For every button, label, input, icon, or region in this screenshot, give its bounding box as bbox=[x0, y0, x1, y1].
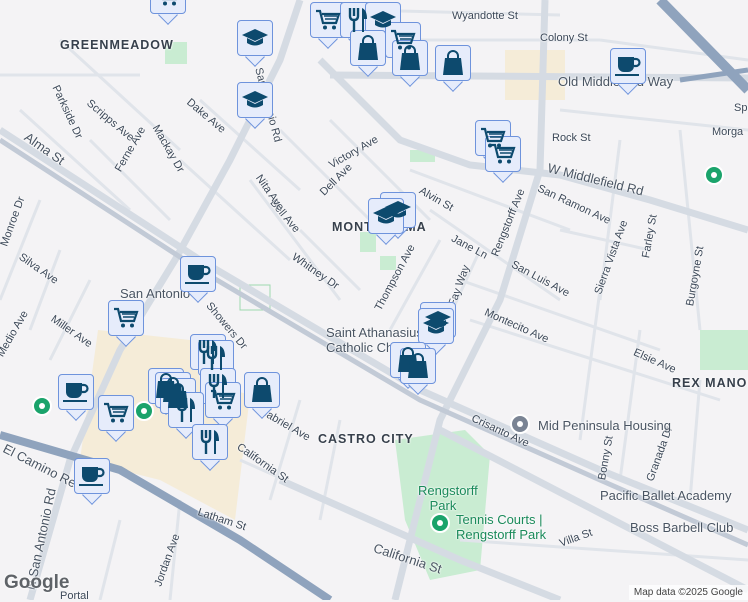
place-pin[interactable] bbox=[430, 513, 450, 533]
poi-label-tennis-courts[interactable]: Tennis Courts | Rengstorff Park bbox=[456, 512, 566, 542]
marker-box bbox=[74, 458, 110, 494]
shopping-cart-icon bbox=[155, 0, 181, 8]
graduation-cap-icon bbox=[241, 89, 269, 111]
map-marker-cup[interactable] bbox=[74, 458, 110, 505]
marker-box bbox=[58, 374, 94, 410]
shopping-bag-icon bbox=[398, 45, 422, 71]
area-label-greenmeadow: GREENMEADOW bbox=[60, 38, 174, 52]
map-marker-bag[interactable] bbox=[435, 45, 471, 92]
shopping-cart-icon bbox=[113, 306, 139, 330]
marker-box bbox=[485, 136, 521, 172]
map-marker-cart[interactable] bbox=[98, 395, 134, 442]
shopping-bag-icon bbox=[441, 50, 465, 76]
street-label: Morga bbox=[712, 126, 744, 138]
street-label: Colony St bbox=[540, 32, 588, 44]
map-attribution[interactable]: Map data ©2025 Google bbox=[628, 585, 748, 600]
map-marker-bag[interactable] bbox=[350, 30, 386, 77]
coffee-cup-icon bbox=[184, 262, 212, 286]
marker-box bbox=[192, 424, 228, 460]
map-marker-bag[interactable] bbox=[392, 40, 428, 87]
map-marker-cap[interactable] bbox=[237, 20, 273, 67]
graduation-cap-icon bbox=[241, 27, 269, 49]
shopping-cart-icon bbox=[490, 142, 516, 166]
map-marker-cup[interactable] bbox=[610, 48, 646, 95]
google-logo: Google bbox=[4, 572, 70, 593]
restaurant-icon bbox=[347, 7, 369, 33]
marker-box bbox=[108, 300, 144, 336]
place-pin[interactable] bbox=[704, 165, 724, 185]
map-marker-cart[interactable] bbox=[485, 136, 521, 183]
marker-box bbox=[205, 382, 241, 418]
coffee-cup-icon bbox=[614, 54, 642, 78]
restaurant-icon bbox=[205, 345, 227, 371]
place-pin-housing[interactable] bbox=[510, 414, 530, 434]
marker-box bbox=[610, 48, 646, 84]
graduation-cap-icon bbox=[372, 205, 400, 227]
marker-box bbox=[180, 256, 216, 292]
map-marker-cup[interactable] bbox=[58, 374, 94, 421]
map-marker-cap[interactable] bbox=[237, 82, 273, 129]
poi-label-pacific-ballet[interactable]: Pacific Ballet Academy bbox=[600, 488, 732, 503]
map-marker-bag[interactable] bbox=[244, 372, 280, 419]
shopping-cart-icon bbox=[210, 388, 236, 412]
marker-box bbox=[400, 348, 436, 384]
poi-label-rengstorff-park[interactable]: Rengstorff Park bbox=[418, 483, 478, 513]
poi-label-boss-barbell[interactable]: Boss Barbell Club bbox=[630, 520, 733, 535]
area-label-castro-city: CASTRO CITY bbox=[318, 432, 414, 446]
map-marker-fork[interactable] bbox=[192, 424, 228, 471]
map-marker-bag[interactable] bbox=[400, 348, 436, 395]
marker-box bbox=[244, 372, 280, 408]
shopping-cart-icon bbox=[315, 8, 341, 32]
street-label: Rock St bbox=[552, 132, 591, 144]
map-marker-cart[interactable] bbox=[150, 0, 186, 25]
coffee-cup-icon bbox=[78, 464, 106, 488]
marker-box bbox=[350, 30, 386, 66]
restaurant-icon bbox=[199, 429, 221, 455]
shopping-bag-icon bbox=[356, 35, 380, 61]
marker-box bbox=[237, 82, 273, 118]
marker-box bbox=[98, 395, 134, 431]
marker-box bbox=[150, 0, 186, 14]
shopping-cart-icon bbox=[103, 401, 129, 425]
graduation-cap-icon bbox=[422, 315, 450, 337]
marker-box bbox=[237, 20, 273, 56]
marker-box bbox=[392, 40, 428, 76]
street-label: Sp bbox=[734, 102, 748, 114]
map-marker-cart[interactable] bbox=[205, 382, 241, 429]
coffee-cup-icon bbox=[62, 380, 90, 404]
park bbox=[700, 330, 748, 370]
restaurant-icon bbox=[175, 397, 197, 423]
shopping-bag-icon bbox=[406, 353, 430, 379]
poi-label-mid-peninsula-housing[interactable]: Mid Peninsula Housing bbox=[538, 418, 671, 433]
map-marker-cup[interactable] bbox=[180, 256, 216, 303]
marker-box bbox=[435, 45, 471, 81]
street-label: Wyandotte St bbox=[452, 10, 518, 22]
shopping-bag-icon bbox=[250, 377, 274, 403]
map-marker-cap[interactable] bbox=[368, 198, 404, 245]
map-marker-cart[interactable] bbox=[108, 300, 144, 347]
area-label-rex-manor: REX MANOR bbox=[672, 376, 748, 390]
place-pin[interactable] bbox=[32, 396, 52, 416]
